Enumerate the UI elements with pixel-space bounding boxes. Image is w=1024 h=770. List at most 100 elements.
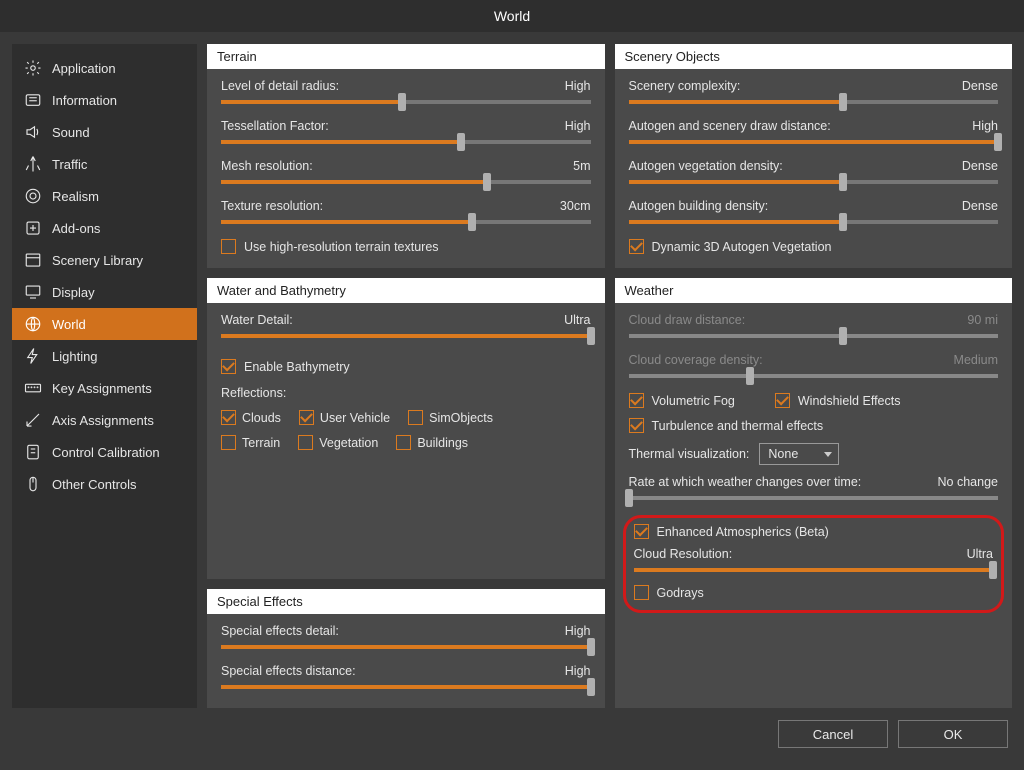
- scenery-draw: Autogen and scenery draw distance: High: [629, 119, 999, 149]
- scenery-veg-value: Dense: [962, 159, 998, 173]
- terrain-tex-slider[interactable]: [221, 215, 591, 229]
- sidebar-item-other-controls[interactable]: Other Controls: [12, 468, 197, 500]
- terrain-tex-value: 30cm: [560, 199, 591, 213]
- weather-coverage-value: Medium: [954, 353, 998, 367]
- water-bathy-checkbox[interactable]: [221, 359, 236, 374]
- water-detail-label: Water Detail:: [221, 313, 293, 327]
- weather-rate-label: Rate at which weather changes over time:: [629, 475, 862, 489]
- terrain-hires-checkbox[interactable]: [221, 239, 236, 254]
- sidebar-item-traffic[interactable]: Traffic: [12, 148, 197, 180]
- sfx-detail-slider[interactable]: [221, 640, 591, 654]
- refl-sim-checkbox[interactable]: [408, 410, 423, 425]
- panel-sfx-header: Special Effects: [207, 589, 605, 614]
- sidebar-item-lighting[interactable]: Lighting: [12, 340, 197, 372]
- sfx-detail-value: High: [565, 624, 591, 638]
- water-bathy-row: Enable Bathymetry: [221, 359, 591, 374]
- reflections-row1: Clouds User Vehicle SimObjects: [221, 410, 591, 425]
- sidebar-item-application[interactable]: Application: [12, 52, 197, 84]
- weather-cloudres-value: Ultra: [967, 547, 993, 561]
- sidebar-item-label: Add-ons: [52, 221, 100, 236]
- scenery-dyn3d-checkbox[interactable]: [629, 239, 644, 254]
- weather-volfog-checkbox[interactable]: [629, 393, 644, 408]
- refl-clouds-checkbox[interactable]: [221, 410, 236, 425]
- sidebar-item-control-calibration[interactable]: Control Calibration: [12, 436, 197, 468]
- scenery-draw-slider[interactable]: [629, 135, 999, 149]
- sfx-distance-slider[interactable]: [221, 680, 591, 694]
- footer: Cancel OK: [0, 720, 1024, 760]
- sidebar-item-label: World: [52, 317, 86, 332]
- water-detail: Water Detail: Ultra: [221, 313, 591, 343]
- weather-clouddraw-slider: [629, 329, 999, 343]
- sidebar-item-world[interactable]: World: [12, 308, 197, 340]
- refl-terrain-label: Terrain: [242, 436, 280, 450]
- scenery-build-label: Autogen building density:: [629, 199, 769, 213]
- refl-terrain-checkbox[interactable]: [221, 435, 236, 450]
- scenery-draw-value: High: [972, 119, 998, 133]
- ok-button[interactable]: OK: [898, 720, 1008, 748]
- sidebar-item-label: Scenery Library: [52, 253, 143, 268]
- terrain-tess-slider[interactable]: [221, 135, 591, 149]
- water-detail-value: Ultra: [564, 313, 590, 327]
- sidebar-item-display[interactable]: Display: [12, 276, 197, 308]
- weather-coverage-label: Cloud coverage density:: [629, 353, 763, 367]
- scenery-draw-label: Autogen and scenery draw distance:: [629, 119, 831, 133]
- scenery-build: Autogen building density: Dense: [629, 199, 999, 229]
- weather-rate-value: No change: [938, 475, 998, 489]
- terrain-mesh: Mesh resolution:5m: [221, 159, 591, 189]
- scenery-veg-label: Autogen vegetation density:: [629, 159, 783, 173]
- content-area: Application InformationSound Traffic Realis…: [0, 32, 1024, 720]
- weather-turb-label: Turbulence and thermal effects: [652, 419, 824, 433]
- sidebar-item-scenery-library[interactable]: Scenery Library: [12, 244, 197, 276]
- weather-clouddraw: Cloud draw distance:90 mi: [629, 313, 999, 343]
- sidebar-item-add-ons[interactable]: Add-ons: [12, 212, 197, 244]
- weather-godrays-label: Godrays: [657, 586, 704, 600]
- refl-vehicle-checkbox[interactable]: [299, 410, 314, 425]
- weather-enhanced-row: Enhanced Atmospherics (Beta): [634, 524, 994, 539]
- refl-veg-label: Vegetation: [319, 436, 378, 450]
- weather-thermal-label: Thermal visualization:: [629, 447, 750, 461]
- panels-columns: Terrain Level of detail radius:High Tess…: [207, 44, 1012, 708]
- reflections-label: Reflections:: [221, 386, 591, 400]
- lighting-icon: [24, 347, 42, 365]
- refl-veg-checkbox[interactable]: [298, 435, 313, 450]
- display-icon: [24, 283, 42, 301]
- sidebar-item-label: Key Assignments: [52, 381, 152, 396]
- mouse-icon: [24, 475, 42, 493]
- scenery-build-value: Dense: [962, 199, 998, 213]
- weather-turb-checkbox[interactable]: [629, 418, 644, 433]
- scenery-veg-slider[interactable]: [629, 175, 999, 189]
- sidebar-item-axis-assignments[interactable]: Axis Assignments: [12, 404, 197, 436]
- water-bathy-label: Enable Bathymetry: [244, 360, 350, 374]
- terrain-mesh-slider[interactable]: [221, 175, 591, 189]
- sidebar-item-sound[interactable]: Sound: [12, 116, 197, 148]
- refl-build-checkbox[interactable]: [396, 435, 411, 450]
- keyboard-icon: [24, 379, 42, 397]
- scenery-complexity-slider[interactable]: [629, 95, 999, 109]
- scenery-build-slider[interactable]: [629, 215, 999, 229]
- traffic-icon: [24, 155, 42, 173]
- water-detail-slider[interactable]: [221, 329, 591, 343]
- panel-weather: Weather Cloud draw distance:90 mi Cloud …: [615, 278, 1013, 708]
- weather-godrays-checkbox[interactable]: [634, 585, 649, 600]
- sidebar-item-label: Traffic: [52, 157, 87, 172]
- weather-cloudres-slider[interactable]: [634, 563, 994, 577]
- refl-clouds-label: Clouds: [242, 411, 281, 425]
- sfx-distance: Special effects distance:High: [221, 664, 591, 694]
- sidebar-item-label: Lighting: [52, 349, 98, 364]
- sidebar-item-label: Application: [52, 61, 116, 76]
- reflections-row2: Terrain Vegetation Buildings: [221, 435, 591, 450]
- sidebar-item-key-assignments[interactable]: Key Assignments: [12, 372, 197, 404]
- weather-thermal-dropdown[interactable]: None: [759, 443, 839, 465]
- weather-godrays-row: Godrays: [634, 585, 994, 600]
- terrain-lod-slider[interactable]: [221, 95, 591, 109]
- terrain-hires-row: Use high-resolution terrain textures: [221, 239, 591, 254]
- weather-wind-checkbox[interactable]: [775, 393, 790, 408]
- sidebar-item-realism[interactable]: Realism: [12, 180, 197, 212]
- terrain-lod-value: High: [565, 79, 591, 93]
- scenery-dyn3d-row: Dynamic 3D Autogen Vegetation: [629, 239, 999, 254]
- weather-cloudres-label: Cloud Resolution:: [634, 547, 733, 561]
- weather-enhanced-checkbox[interactable]: [634, 524, 649, 539]
- weather-rate-slider[interactable]: [629, 491, 999, 505]
- cancel-button[interactable]: Cancel: [778, 720, 888, 748]
- sidebar-item-information[interactable]: Information: [12, 84, 197, 116]
